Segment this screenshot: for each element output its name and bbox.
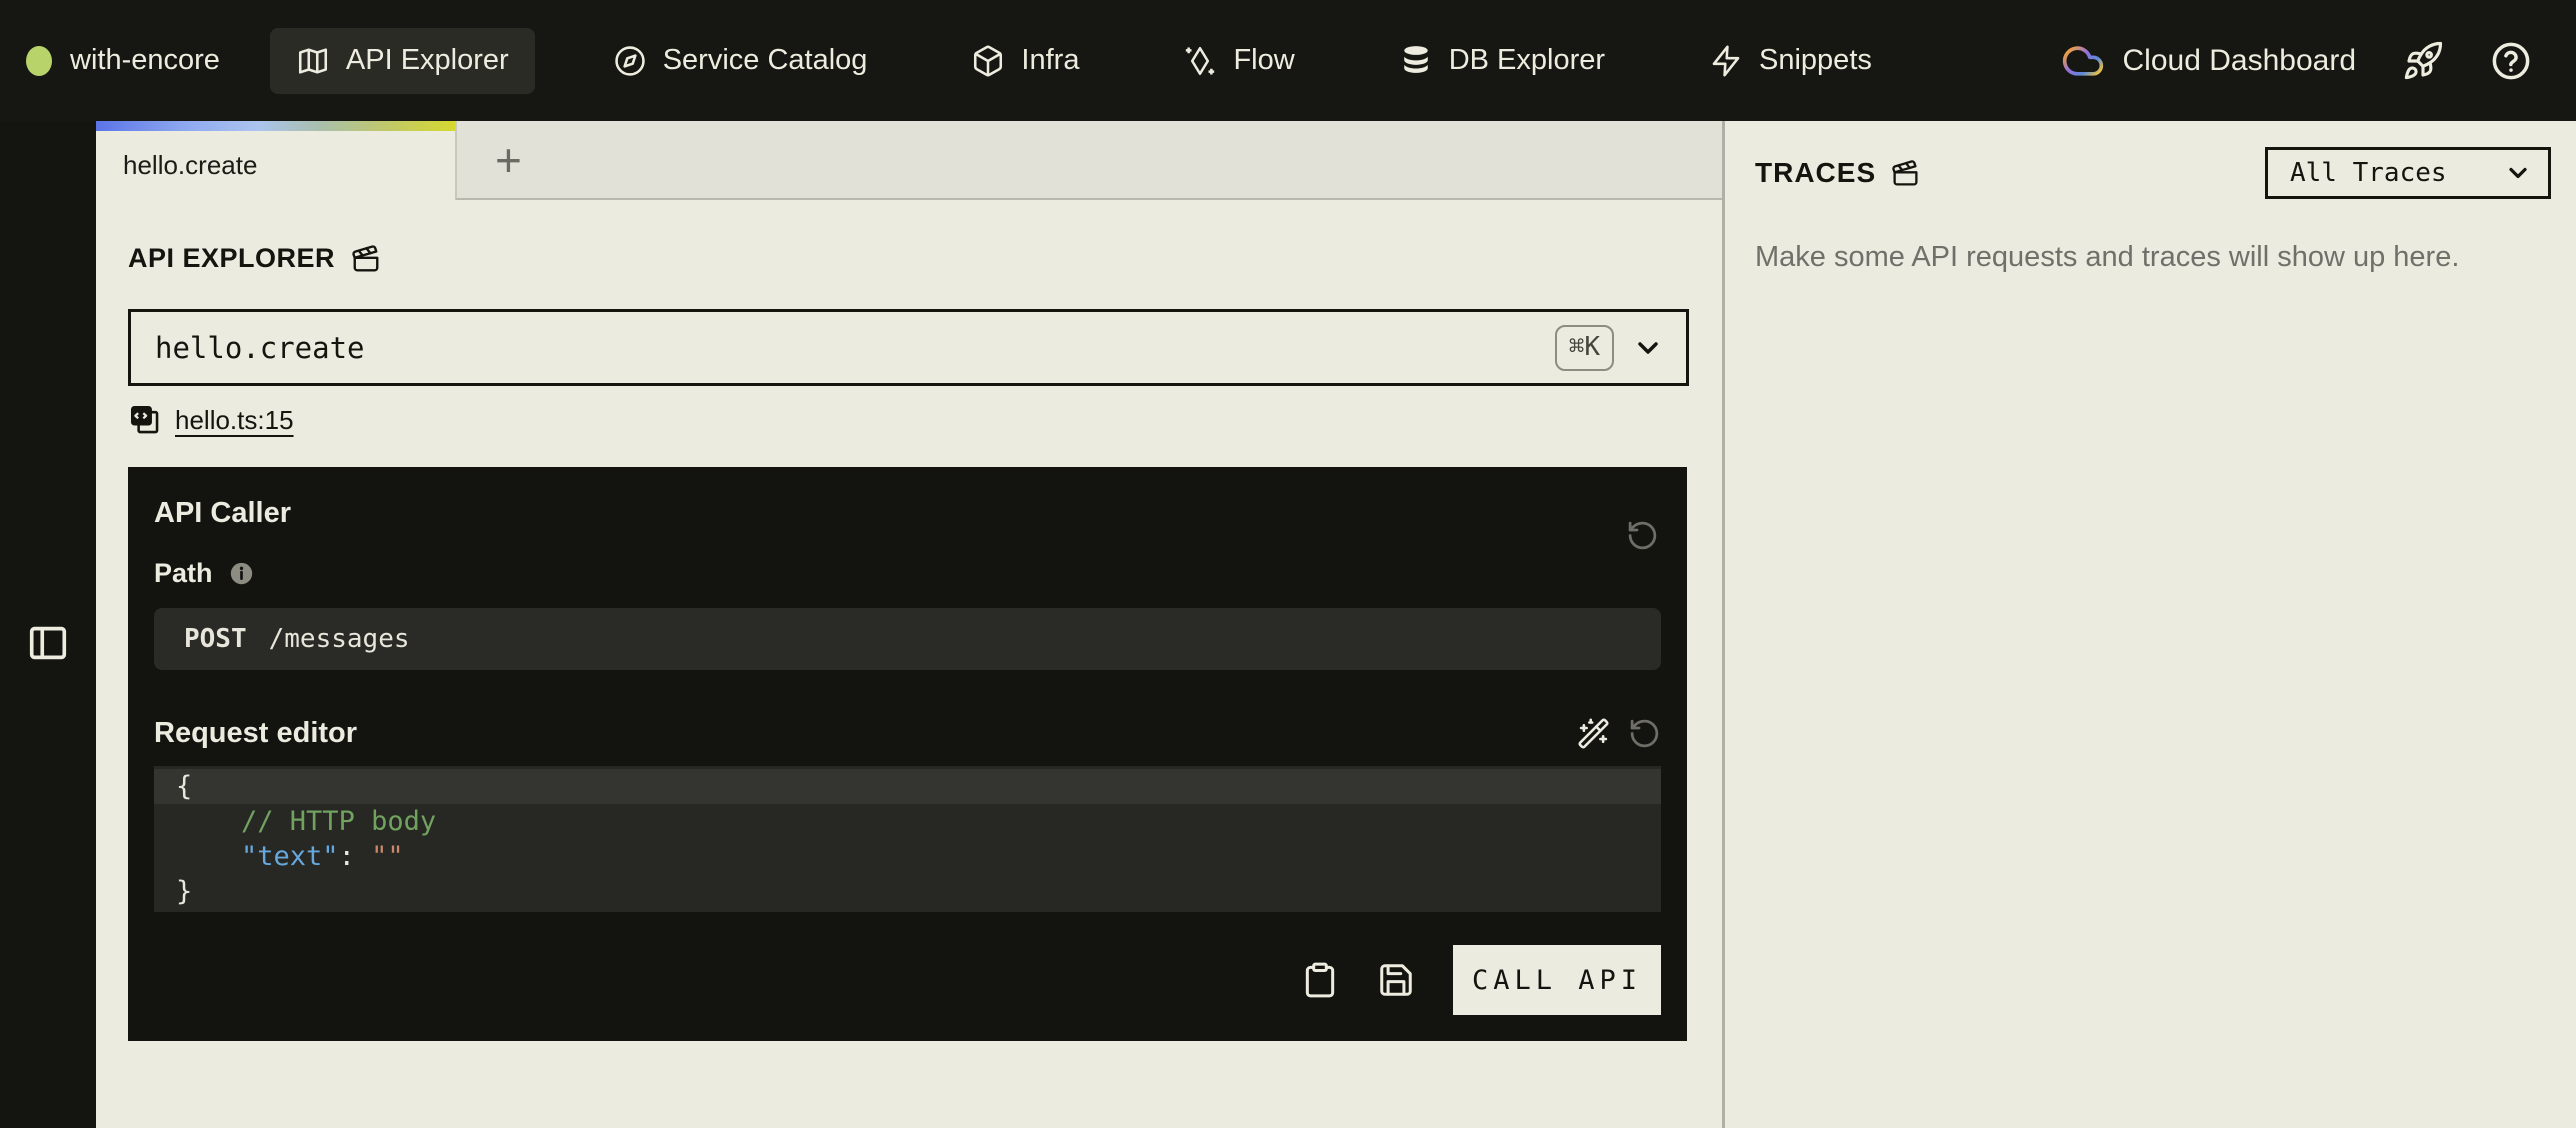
launch-button[interactable] <box>2402 40 2444 82</box>
code-line: { <box>154 769 1661 804</box>
endpoint-select[interactable]: hello.create ⌘K <box>128 309 1689 386</box>
traces-panel: TRACES All Traces Make some API requests… <box>1722 121 2576 1128</box>
sidebar-toggle-button[interactable] <box>25 157 71 1128</box>
app-brand[interactable]: with-encore <box>26 44 220 77</box>
traces-title: TRACES <box>1755 157 1876 189</box>
help-icon <box>2490 40 2532 82</box>
new-tab-button[interactable]: + <box>495 137 522 183</box>
api-explorer-section: API EXPLORER hello.create ⌘K hello.ts:15 <box>96 200 1722 1041</box>
cloud-gradient-icon <box>2061 39 2105 83</box>
request-body-editor[interactable]: { // HTTP body "text": "" } <box>154 766 1661 912</box>
http-method: POST <box>184 624 247 654</box>
tab-strip: + <box>455 121 1722 200</box>
reset-request-button[interactable] <box>1628 717 1661 750</box>
endpoint-select-value: hello.create <box>155 331 365 365</box>
primary-nav: API Explorer Service Catalog Infra Flow … <box>270 28 1898 94</box>
chevron-down-icon <box>1632 332 1664 364</box>
tab-bar: hello.create + <box>96 121 1722 200</box>
left-sidebar <box>0 121 96 1128</box>
copy-request-button[interactable] <box>1301 961 1339 999</box>
request-editor-title: Request editor <box>154 717 1577 750</box>
clapperboard-icon <box>351 244 381 274</box>
tab-label: hello.create <box>123 150 257 181</box>
nav-right: Cloud Dashboard <box>2061 39 2532 83</box>
nav-item-infra[interactable]: Infra <box>945 28 1105 94</box>
call-api-button[interactable]: CALL API <box>1453 945 1661 1015</box>
code-line: // HTTP body <box>154 804 1661 839</box>
code-line: "text": "" <box>154 839 1661 874</box>
app-status-dot <box>26 46 52 76</box>
chevron-down-icon <box>2504 159 2532 187</box>
panel-toggle-icon <box>25 620 71 666</box>
wand-icon <box>1577 717 1610 750</box>
map-icon <box>296 44 330 78</box>
page-title: API EXPLORER <box>128 243 335 274</box>
cloud-dashboard-link[interactable]: Cloud Dashboard <box>2061 39 2356 83</box>
rocket-icon <box>2402 40 2444 82</box>
cube-icon <box>971 44 1005 78</box>
top-nav: with-encore API Explorer Service Catalog… <box>0 0 2576 121</box>
traces-filter-value: All Traces <box>2290 158 2447 188</box>
api-caller-panel: API Caller Path POST /messages <box>128 467 1687 1041</box>
nav-item-service-catalog[interactable]: Service Catalog <box>587 28 894 94</box>
compass-icon <box>613 44 647 78</box>
reset-path-button[interactable] <box>1626 519 1659 552</box>
code-line: } <box>154 874 1661 909</box>
save-request-button[interactable] <box>1377 961 1415 999</box>
path-label: Path <box>154 558 213 589</box>
traces-empty-message: Make some API requests and traces will s… <box>1755 241 2551 274</box>
source-file-link[interactable]: hello.ts:15 <box>175 405 294 436</box>
app-name: with-encore <box>70 44 220 77</box>
clipboard-icon <box>1301 961 1339 999</box>
api-caller-title: API Caller <box>154 497 1661 530</box>
shortcut-badge: ⌘K <box>1555 325 1614 371</box>
sparkle-diamond-icon <box>1183 44 1217 78</box>
main-content: hello.create + API EXPLORER hello.create… <box>96 121 1722 1128</box>
generate-payload-button[interactable] <box>1577 717 1610 750</box>
save-icon <box>1377 961 1415 999</box>
reset-icon <box>1628 717 1661 750</box>
help-button[interactable] <box>2490 40 2532 82</box>
lightning-icon <box>1709 44 1743 78</box>
http-path: /messages <box>269 624 410 654</box>
nav-item-db-explorer[interactable]: DB Explorer <box>1373 28 1631 94</box>
traces-filter-select[interactable]: All Traces <box>2265 147 2551 199</box>
clapperboard-icon <box>1891 159 1920 188</box>
code-file-icon <box>128 403 162 437</box>
nav-item-api-explorer[interactable]: API Explorer <box>270 28 535 94</box>
tab-accent-bar <box>96 121 455 131</box>
nav-item-snippets[interactable]: Snippets <box>1683 28 1898 94</box>
tab-hello-create[interactable]: hello.create <box>96 121 455 200</box>
reset-icon <box>1626 519 1659 552</box>
database-icon <box>1399 44 1433 78</box>
nav-item-flow[interactable]: Flow <box>1157 28 1320 94</box>
info-icon[interactable] <box>228 560 255 587</box>
endpoint-path-display: POST /messages <box>154 608 1661 670</box>
